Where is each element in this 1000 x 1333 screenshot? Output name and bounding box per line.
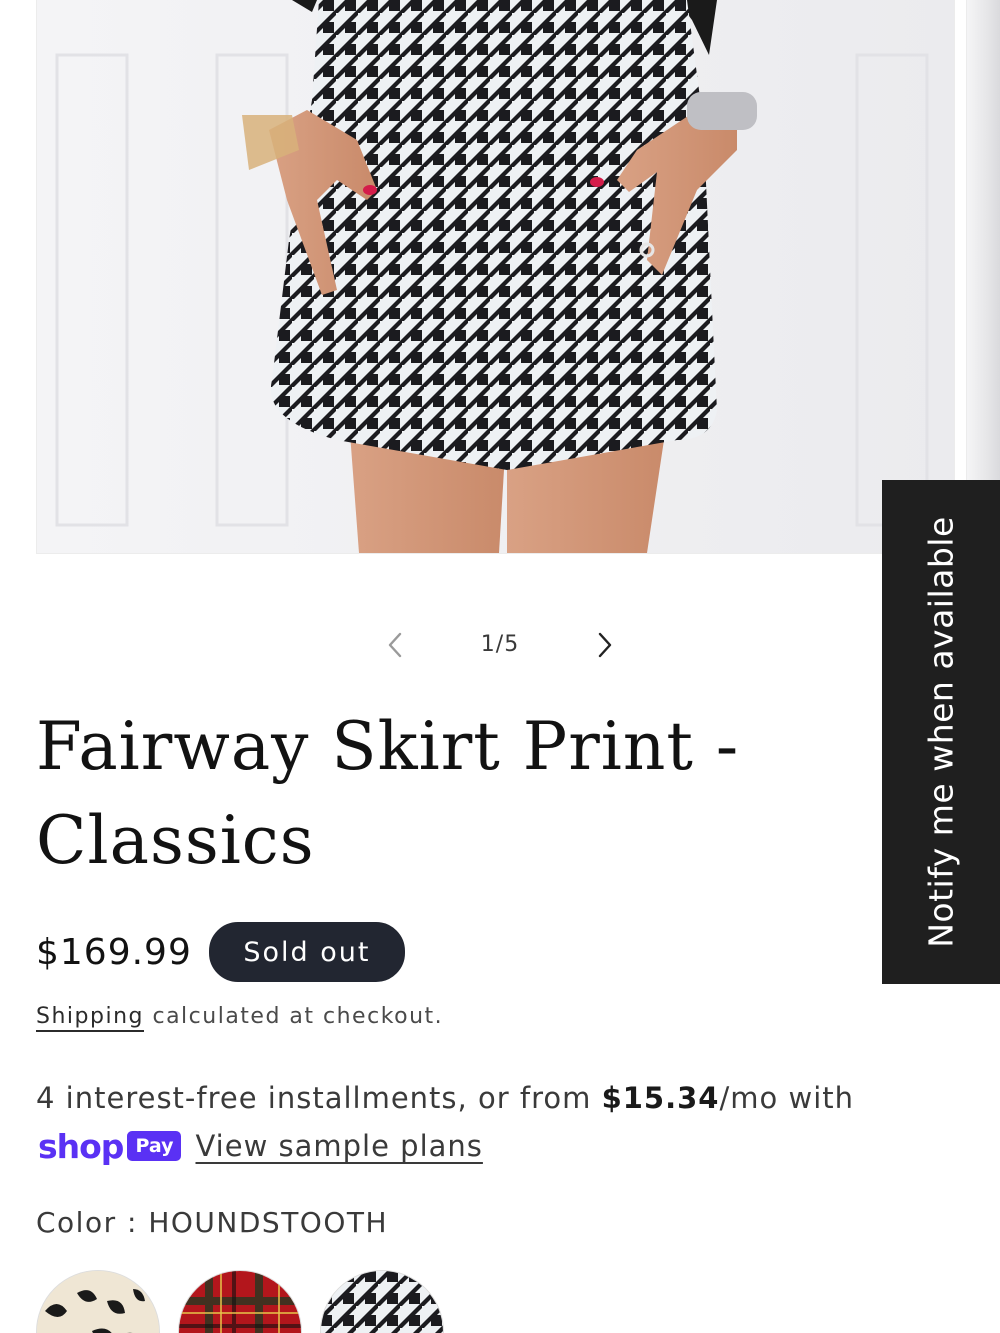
shipping-link[interactable]: Shipping <box>36 1004 144 1032</box>
chevron-right-icon <box>598 632 612 658</box>
color-swatch-leopard[interactable] <box>36 1270 160 1333</box>
product-title-line2: Classics <box>36 802 315 879</box>
product-title: Fairway Skirt Print - Classics <box>36 700 836 888</box>
color-swatch-tartan[interactable] <box>178 1270 302 1333</box>
installments-suffix: /mo with <box>719 1081 855 1115</box>
installments-text: 4 interest-free installments, or from $1… <box>36 1078 876 1118</box>
shipping-note: Shipping calculated at checkout. <box>36 1004 444 1032</box>
installments-prefix: 4 interest-free installments, or from <box>36 1081 602 1115</box>
product-image[interactable] <box>36 0 955 554</box>
price-row: $169.99 Sold out <box>36 922 405 982</box>
sold-out-badge: Sold out <box>208 922 405 982</box>
chevron-left-icon <box>388 632 402 658</box>
next-slide-button[interactable] <box>588 628 622 662</box>
image-slider-controls: 1/5 <box>370 620 630 670</box>
notify-me-label: Notify me when available <box>921 516 961 948</box>
slide-counter: 1/5 <box>480 632 520 657</box>
product-title-line1: Fairway Skirt Print - <box>36 708 740 785</box>
shop-pay-badge: Pay <box>127 1131 182 1161</box>
shipping-text: calculated at checkout. <box>143 1004 444 1029</box>
installment-amount: $15.34 <box>601 1081 720 1115</box>
view-sample-plans-link[interactable]: View sample plans <box>195 1129 482 1163</box>
previous-slide-button[interactable] <box>378 628 412 662</box>
color-label: Color : HOUNDSTOOTH <box>36 1206 389 1239</box>
color-swatch-houndstooth[interactable] <box>320 1270 444 1333</box>
shop-pay-logo: shop <box>38 1126 124 1166</box>
product-price: $169.99 <box>36 931 192 973</box>
shop-pay-row: shop Pay View sample plans <box>38 1124 483 1168</box>
product-page: 1/5 Fairway Skirt Print - Classics $169.… <box>0 0 1000 1333</box>
next-image-preview[interactable] <box>966 0 1000 480</box>
notify-me-button[interactable]: Notify me when available <box>882 480 1000 984</box>
